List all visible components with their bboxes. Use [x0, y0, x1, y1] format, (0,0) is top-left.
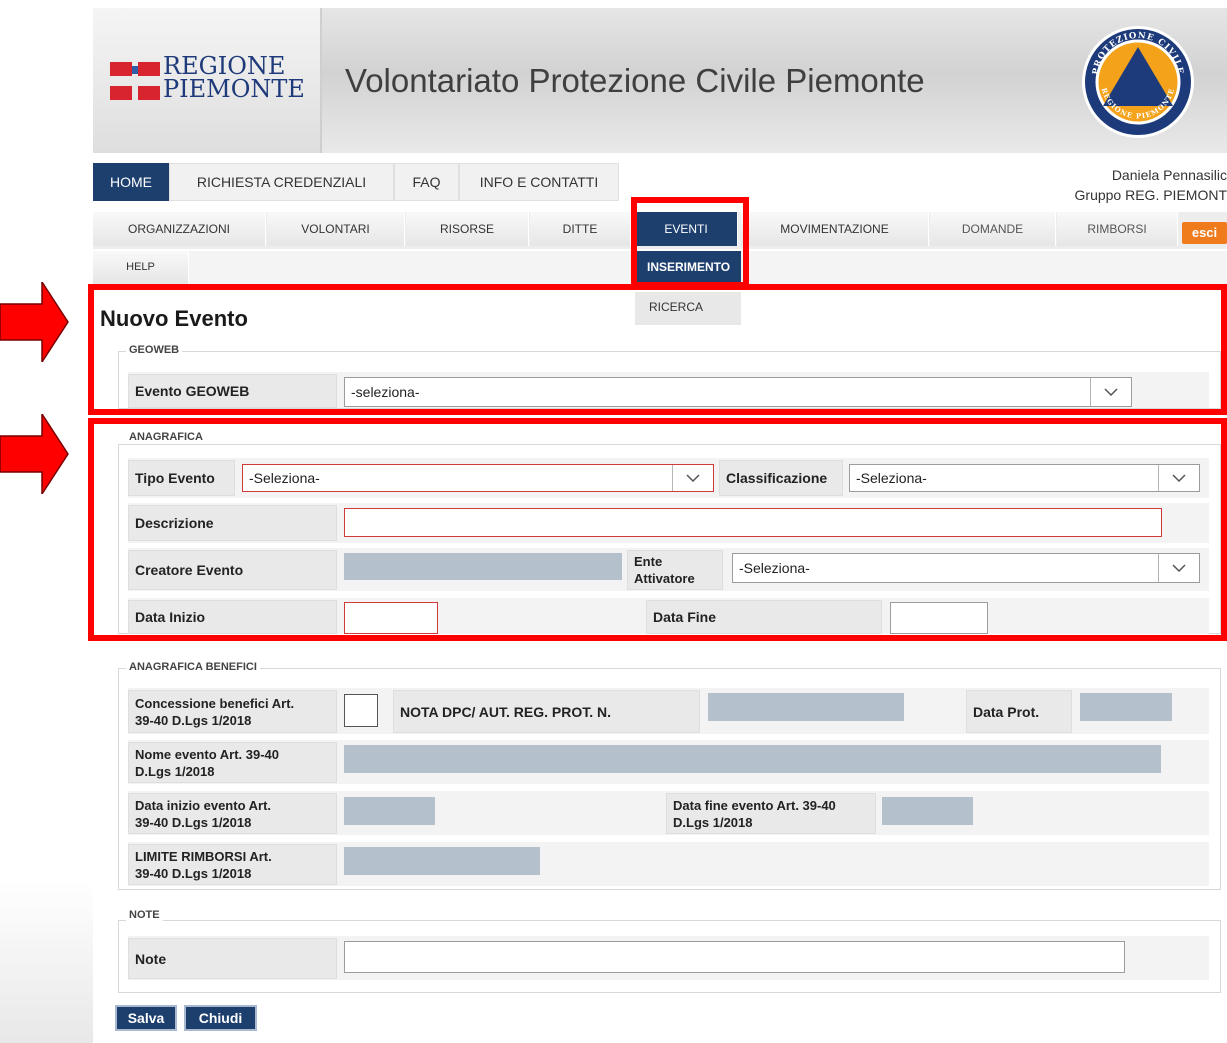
subnav-help[interactable]: HELP — [93, 251, 189, 284]
user-name: Daniela Pennasilic — [1111, 167, 1227, 183]
user-info: Daniela Pennasilic Gruppo REG. PIEMONT — [1030, 165, 1227, 205]
nome-evento-label-line2: D.Lgs 1/2018 — [135, 763, 215, 779]
note-label: Note — [128, 938, 337, 979]
limite-rimborsi-line1: LIMITE RIMBORSI Art. — [135, 848, 272, 864]
logo-text: REGIONE PIEMONTE — [163, 54, 305, 103]
nav-richiesta-credenziali[interactable]: RICHIESTA CREDENZIALI — [169, 163, 394, 201]
logo-flag-icon — [132, 66, 138, 74]
subnav-organizzazioni[interactable]: ORGANIZZAZIONI — [93, 212, 266, 246]
arrow-right-icon — [0, 282, 69, 362]
nome-evento-field — [344, 745, 1161, 773]
data-fine-evento-label: Data fine evento Art. 39-40 D.Lgs 1/2018 — [666, 793, 876, 834]
nota-dpc-label: NOTA DPC/ AUT. REG. PROT. N. — [393, 690, 700, 733]
note-input[interactable] — [344, 941, 1125, 973]
data-prot-field — [1080, 693, 1172, 721]
arrow-right-icon — [0, 414, 69, 494]
data-inizio-evento-line2: 39-40 D.Lgs 1/2018 — [135, 814, 252, 830]
site-title: Volontariato Protezione Civile Piemonte — [345, 62, 925, 99]
nota-dpc-field — [708, 693, 904, 721]
save-button[interactable]: Salva — [115, 1005, 177, 1031]
logo-flag-icon — [110, 62, 132, 76]
concessione-label: Concessione benefici Art. 39-40 D.Lgs 1/… — [128, 690, 337, 733]
left-margin-gradient — [0, 880, 93, 1043]
logo-flag-icon — [110, 86, 132, 100]
subnav-domande[interactable]: DOMANDE — [930, 212, 1056, 246]
benefici-legend: ANAGRAFICA BENEFICI — [126, 661, 260, 673]
note-legend: NOTE — [126, 909, 163, 921]
nav-faq[interactable]: FAQ — [394, 163, 459, 201]
protezione-civile-emblem-icon: PROTEZIONE CIVILE REGIONE PIEMONTE — [1082, 26, 1194, 138]
nav-home[interactable]: HOME — [93, 163, 169, 201]
nome-evento-label-line1: Nome evento Art. 39-40 — [135, 746, 280, 762]
limite-rimborsi-label: LIMITE RIMBORSI Art. 39-40 D.Lgs 1/2018 — [128, 844, 337, 885]
concessione-checkbox[interactable] — [344, 694, 378, 727]
subnav-movimentazione[interactable]: MOVIMENTAZIONE — [741, 212, 929, 246]
concessione-label-line1: Concessione benefici Art. — [135, 695, 295, 711]
data-prot-label: Data Prot. — [966, 690, 1072, 733]
close-button[interactable]: Chiudi — [184, 1005, 257, 1031]
logo-flag-icon — [138, 86, 160, 100]
subnav-risorse[interactable]: RISORSE — [406, 212, 529, 246]
data-inizio-evento-line1: Data inizio evento Art. — [135, 797, 272, 813]
nav-info-contatti[interactable]: INFO E CONTATTI — [459, 163, 619, 201]
logo-line-2: PIEMONTE — [163, 75, 305, 103]
data-inizio-evento-label: Data inizio evento Art. 39-40 D.Lgs 1/20… — [128, 793, 337, 834]
data-fine-evento-line1: Data fine evento Art. 39-40 — [673, 797, 836, 813]
nome-evento-label: Nome evento Art. 39-40 D.Lgs 1/2018 — [128, 742, 337, 783]
subnav-volontari[interactable]: VOLONTARI — [267, 212, 405, 246]
highlight-eventi-menu — [631, 197, 749, 288]
data-fine-evento-line2: D.Lgs 1/2018 — [673, 814, 753, 830]
logout-button[interactable]: esci — [1182, 222, 1227, 244]
data-inizio-evento-field — [344, 797, 435, 825]
limite-rimborsi-field — [344, 847, 540, 875]
user-group: Gruppo REG. PIEMONT — [1074, 187, 1227, 203]
concessione-label-line2: 39-40 D.Lgs 1/2018 — [135, 712, 252, 728]
highlight-geoweb-section — [88, 284, 1227, 415]
limite-rimborsi-line2: 39-40 D.Lgs 1/2018 — [135, 865, 252, 881]
data-fine-evento-field — [882, 797, 973, 825]
highlight-anagrafica-section — [88, 418, 1227, 641]
subnav-rimborsi[interactable]: RIMBORSI — [1057, 212, 1178, 246]
logo-flag-icon — [138, 62, 160, 76]
subnav-ditte[interactable]: DITTE — [530, 212, 631, 246]
